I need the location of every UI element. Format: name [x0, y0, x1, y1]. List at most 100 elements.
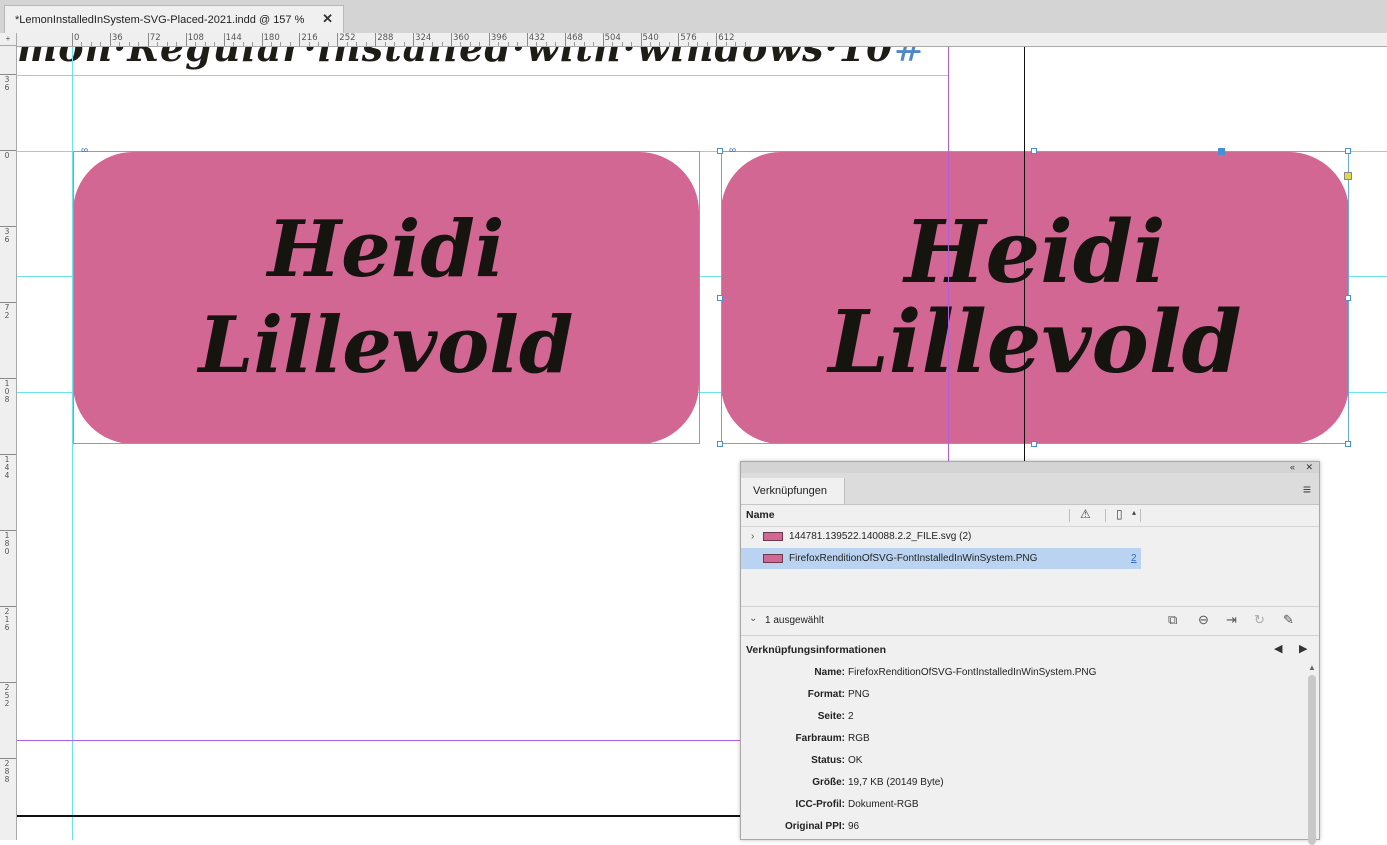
- column-divider: [1069, 509, 1070, 522]
- link-badge-icon[interactable]: ∞: [729, 146, 745, 156]
- margin-guide: [17, 740, 740, 741]
- link-filename: FirefoxRenditionOfSVG-FontInstalledInWin…: [789, 553, 1038, 564]
- resize-handle[interactable]: [717, 441, 723, 447]
- resize-handle[interactable]: [717, 148, 723, 154]
- horizontal-ruler[interactable]: 0 36 72 108 144 180 216 252 288 324 360 396 432 468 50…: [17, 33, 1387, 47]
- resize-handle[interactable]: [717, 295, 723, 301]
- ruler-tick: [413, 33, 415, 46]
- resize-handle[interactable]: [1345, 295, 1351, 301]
- ruler-minor-tick: [479, 42, 481, 46]
- column-name-header[interactable]: Name: [746, 509, 775, 521]
- ruler-minor-tick: [403, 42, 405, 46]
- link-badge-icon[interactable]: ∞: [81, 146, 97, 156]
- tab-links[interactable]: Verknüpfungen: [741, 478, 845, 504]
- edit-original-icon[interactable]: ✎: [1283, 612, 1294, 628]
- update-link-icon[interactable]: ↻: [1254, 612, 1265, 628]
- ruler-minor-tick: [536, 42, 538, 46]
- page-edge: [1024, 47, 1025, 461]
- close-tab-icon[interactable]: ✕: [322, 11, 333, 27]
- ruler-minor-tick: [725, 42, 727, 46]
- vertical-ruler[interactable]: 36 0 36 72 108 144 180 216 252 288: [0, 46, 17, 840]
- info-row: Seite: 2: [741, 706, 1301, 728]
- info-key: Seite:: [817, 711, 845, 722]
- ruler-tick: [147, 33, 149, 46]
- selected-image-frame[interactable]: [721, 151, 1349, 444]
- ruler-tick: [488, 33, 490, 46]
- ruler-minor-tick: [649, 42, 651, 46]
- previous-link-icon[interactable]: ◀: [1274, 642, 1282, 655]
- ruler-minor-tick: [706, 42, 708, 46]
- warning-icon[interactable]: ⚠: [1080, 507, 1091, 521]
- collapse-panel-icon[interactable]: «: [1290, 462, 1295, 473]
- ruler-minor-tick: [204, 42, 206, 46]
- info-key: Name:: [814, 667, 845, 678]
- ruler-minor-tick: [90, 42, 92, 46]
- ruler-minor-tick: [138, 42, 140, 46]
- ruler-tick-label: 36: [4, 75, 10, 92]
- goto-link-icon[interactable]: ⇥: [1226, 612, 1237, 628]
- panel-title-bar[interactable]: « ✕: [741, 462, 1319, 473]
- info-row: Format: PNG: [741, 684, 1301, 706]
- document-tab[interactable]: *LemonInstalledInSystem-SVG-Placed-2021.…: [4, 5, 344, 33]
- resize-handle[interactable]: [1031, 148, 1037, 154]
- ruler-minor-tick: [346, 42, 348, 46]
- resize-handle[interactable]: [1345, 441, 1351, 447]
- ruler-minor-tick: [157, 42, 159, 46]
- ruler-minor-tick: [422, 42, 424, 46]
- ruler-tick-label: 0: [74, 33, 80, 43]
- relink-cc-icon[interactable]: ⧉: [1168, 612, 1177, 628]
- info-value: PNG: [848, 689, 870, 700]
- ruler-tick: [716, 33, 718, 46]
- ruler-tick-label: 72: [149, 33, 161, 43]
- info-value: OK: [848, 755, 863, 766]
- resize-handle[interactable]: [1031, 441, 1037, 447]
- resize-handle[interactable]: [1345, 148, 1351, 154]
- ruler-minor-tick: [441, 42, 443, 46]
- ruler-origin[interactable]: +: [0, 33, 17, 46]
- info-key: Format:: [807, 689, 845, 700]
- ruler-tick-label: 36: [4, 227, 10, 244]
- ruler-minor-tick: [735, 42, 737, 46]
- ruler-minor-tick: [574, 42, 576, 46]
- page-column-icon[interactable]: ▯: [1116, 507, 1123, 521]
- scroll-thumb[interactable]: [1308, 675, 1316, 845]
- links-column-header: Name ⚠ ▯ ▴: [741, 505, 1319, 527]
- link-row[interactable]: FirefoxRenditionOfSVG-FontInstalledInWin…: [741, 548, 1141, 569]
- link-page-number[interactable]: 2: [1131, 548, 1137, 569]
- document-tab-title: *LemonInstalledInSystem-SVG-Placed-2021.…: [15, 13, 305, 26]
- ruler-tick: [526, 33, 528, 46]
- ruler-tick: [640, 33, 642, 46]
- ruler-minor-tick: [744, 42, 746, 46]
- close-panel-icon[interactable]: ✕: [1305, 462, 1313, 473]
- info-value: 19,7 KB (20149 Byte): [848, 777, 944, 788]
- corner-radius-handle[interactable]: [1344, 172, 1352, 180]
- scroll-up-icon[interactable]: ▲: [1308, 663, 1316, 672]
- panel-menu-icon[interactable]: ≡: [1303, 481, 1311, 497]
- content-grabber-handle[interactable]: [1218, 148, 1225, 155]
- sort-ascending-icon[interactable]: ▴: [1132, 508, 1136, 517]
- ruler-minor-tick: [498, 42, 500, 46]
- info-key: Größe:: [812, 777, 845, 788]
- toggle-info-icon[interactable]: ⌄: [749, 613, 757, 624]
- relink-icon[interactable]: ⊖: [1198, 612, 1209, 628]
- info-row: Größe: 19,7 KB (20149 Byte): [741, 772, 1301, 794]
- info-key: ICC-Profil:: [795, 799, 845, 810]
- end-of-story-marker: #: [893, 47, 927, 70]
- expand-row-icon[interactable]: ›: [751, 526, 754, 547]
- ruler-minor-tick: [81, 42, 83, 46]
- links-panel: « ✕ Verknüpfungen ≡ Name ⚠ ▯ ▴ › 144781.…: [740, 461, 1320, 845]
- ruler-minor-tick: [593, 42, 595, 46]
- info-value: Dokument-RGB: [848, 799, 919, 810]
- ruler-minor-tick: [507, 42, 509, 46]
- info-scrollbar[interactable]: ▲: [1307, 663, 1317, 845]
- next-link-icon[interactable]: ▶: [1299, 642, 1307, 655]
- ruler-tick-label: 288: [4, 759, 10, 784]
- ruler-tick: [337, 33, 339, 46]
- info-row: Status: OK: [741, 750, 1301, 772]
- ruler-tick-label: 72: [4, 303, 10, 320]
- ruler-minor-tick: [318, 42, 320, 46]
- info-value: RGB: [848, 733, 870, 744]
- headline-text-frame[interactable]: mon·Regular·installed·with·windows·10#: [17, 47, 926, 70]
- ruler-minor-tick: [327, 42, 329, 46]
- link-row[interactable]: › 144781.139522.140088.2.2_FILE.svg (2): [741, 526, 1141, 547]
